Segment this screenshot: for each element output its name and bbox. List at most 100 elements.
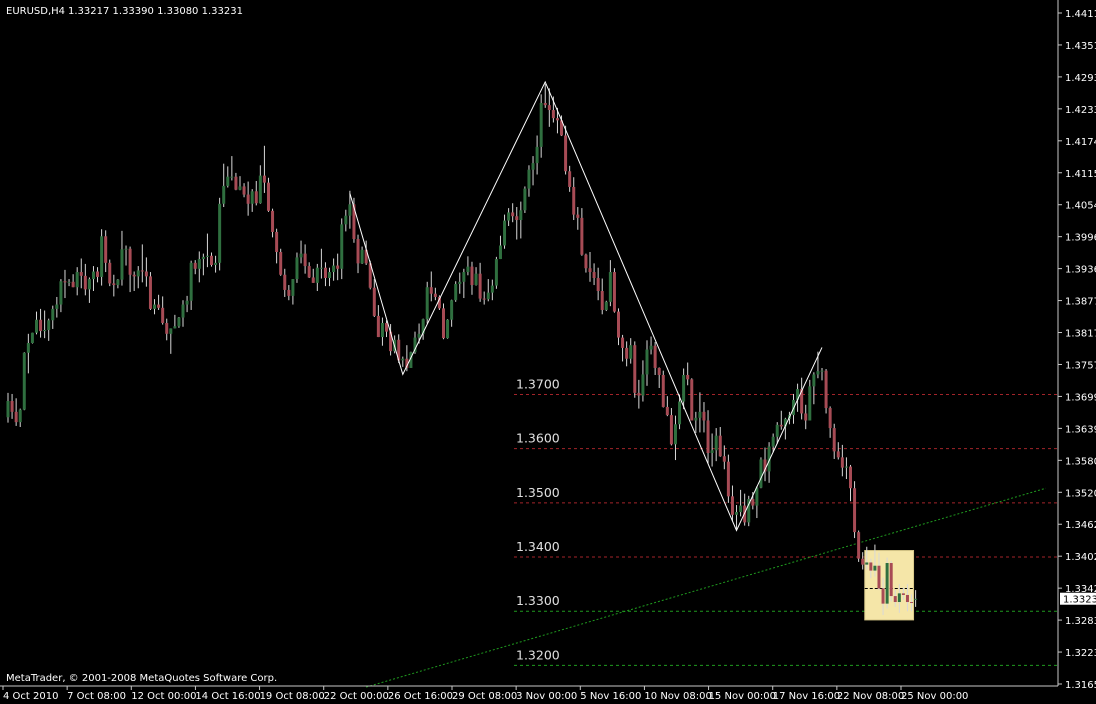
candle-bull [340,224,344,269]
chart-window[interactable]: 1.3700 1.3600 1.3500 1.3400 1.3300 1.3200 1.4… [0,0,1096,704]
candle-bull [775,424,779,437]
candle-bear [824,370,828,409]
candle-bear [323,267,327,278]
y-tick-label: 1.37575 [1065,360,1096,371]
candle-bear [429,287,433,294]
copyright-text: MetaTrader, © 2001-2008 MetaQuotes Softw… [6,673,277,684]
candle-bull [47,320,51,331]
candle-bear [893,596,897,603]
candle-bear [511,212,515,217]
candle-bull [759,459,763,488]
candle-bear [356,238,360,264]
candle-bull [629,345,633,359]
level-label: 1.3500 [516,485,560,500]
y-tick-label: 1.38175 [1065,329,1096,340]
candle-bull [714,435,718,451]
candle-bull [295,257,299,280]
candle-bear [877,565,881,589]
candle-bull [26,343,30,353]
candle-bear [588,268,592,273]
candle-bull [885,563,889,604]
price-chart[interactable]: 1.3700 1.3600 1.3500 1.3400 1.3300 1.3200 1.4… [0,0,1096,704]
candle-bear [637,392,641,396]
level-label: 1.3700 [516,376,560,391]
candle-bull [332,265,336,273]
candle-bear [128,248,132,275]
x-tick-label: 26 Oct 16:00 [388,691,453,702]
candle-bull [682,374,686,402]
candle-bull [678,401,682,425]
candle-bear [148,276,152,309]
candle-bull [59,281,63,305]
candle-bull [189,262,193,301]
candle-bear [804,413,808,421]
candle-bear [307,266,311,278]
y-tick-label: 1.32235 [1065,648,1096,659]
candle-bull [507,212,511,221]
candle-bull [527,169,531,189]
candle-bull [458,281,462,284]
y-tick-label: 1.34620 [1065,520,1096,531]
candle-bull [136,270,140,277]
candle-bear [840,457,844,468]
candle-bull [865,562,869,565]
candle-bull [222,185,226,204]
candle-bull [425,287,429,320]
candle-bull [291,279,295,296]
candle-bear [848,466,852,489]
candle-bull [673,424,677,445]
candle-bull [735,512,739,515]
candle-bear [372,287,376,316]
x-tick-label: 7 Oct 08:00 [67,691,126,702]
candle-bull [873,565,877,571]
candle-bull [116,279,120,286]
candle-bear [726,461,730,497]
candle-bear [730,496,734,515]
candle-bear [596,278,600,292]
y-tick-label: 1.34020 [1065,552,1096,563]
candle-bear [576,214,580,218]
candle-bull [710,450,714,454]
x-tick-label: 29 Oct 08:00 [452,691,517,702]
candle-bear [144,271,148,277]
candle-bull [380,322,384,338]
candle-bull [494,259,498,286]
y-tick-label: 1.36390 [1065,424,1096,435]
candle-bear [242,186,246,195]
candle-bull [173,326,177,329]
candle-bull [18,409,22,423]
x-tick-label: 14 Oct 16:00 [195,691,260,702]
x-tick-label: 19 Oct 08:00 [260,691,325,702]
candle-bull [897,593,901,603]
candle-bear [433,293,437,297]
candle-bull [348,204,352,216]
candle-bear [665,406,669,416]
candle-bear [79,272,83,276]
candle-bull [498,245,502,260]
candle-bull [51,308,55,321]
candle-bear [905,594,909,603]
candle-bear [478,273,482,299]
candle-bull [649,345,653,350]
y-tick-label: 1.31650 [1065,680,1096,691]
highlight-box [864,550,915,621]
candle-bull [539,102,543,147]
y-tick-label: 1.43510 [1065,41,1096,52]
candle-bear [482,298,486,300]
candle-bear [832,428,836,452]
candle-bear [132,274,136,277]
candle-bull [755,487,759,506]
candle-bear [653,345,657,368]
candle-bear [881,588,885,604]
candle-bull [523,188,527,211]
x-tick-label: 15 Nov 00:00 [709,691,776,702]
candle-bear [779,424,783,427]
candle-bull [6,400,10,418]
y-tick-label: 1.38775 [1065,297,1096,308]
candle-bull [466,266,470,273]
candle-bear [543,102,547,106]
candle-bear [686,374,690,380]
candle-bear [706,420,710,454]
candle-bear [104,236,108,263]
candle-bull [486,292,490,300]
